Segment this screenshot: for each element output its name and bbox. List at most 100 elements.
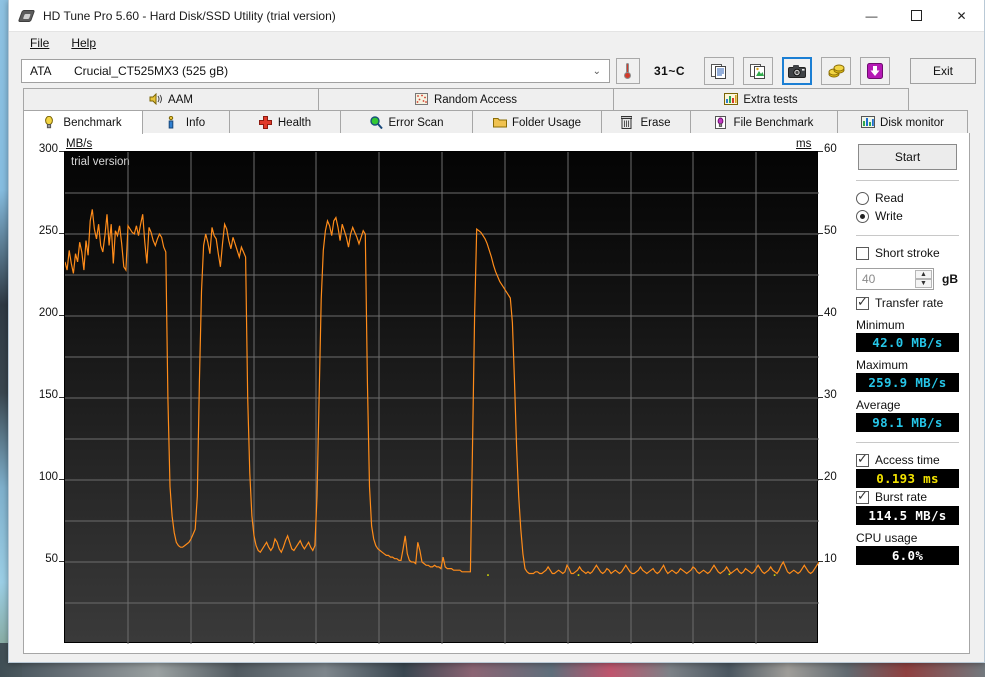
tab-health[interactable]: Health	[229, 110, 341, 134]
radio-write-label: Write	[875, 209, 903, 223]
minimum-value: 42.0 MB/s	[856, 333, 959, 352]
y2-tick-mark	[818, 397, 823, 398]
screenshot-button[interactable]	[782, 57, 812, 85]
stepper-down-icon[interactable]: ▼	[915, 279, 932, 288]
y-tick-mark	[59, 233, 64, 234]
menu-file[interactable]: File	[19, 34, 60, 52]
checkbox-transfer-rate[interactable]: Transfer rate	[856, 294, 959, 310]
checkbox-burst-rate[interactable]: Burst rate	[856, 488, 959, 504]
tab-info[interactable]: Info	[142, 110, 230, 134]
divider-2	[856, 235, 959, 236]
y-tick-mark	[59, 151, 64, 152]
y-tick-label: 50	[45, 553, 58, 565]
minimize-button[interactable]: —	[849, 0, 894, 32]
access-time-value: 0.193 ms	[856, 469, 959, 488]
magnifier-icon	[369, 116, 384, 130]
chart-ylabel: MB/s	[66, 138, 93, 150]
maximize-button[interactable]	[894, 0, 939, 32]
thermometer-icon	[623, 63, 632, 79]
y2-tick-mark	[818, 561, 823, 562]
stepper-up-icon[interactable]: ▲	[915, 270, 932, 279]
cpu-usage-value: 6.0%	[856, 546, 959, 565]
y2-tick-label: 50	[824, 225, 837, 237]
copy-text-button[interactable]	[704, 57, 734, 85]
tab-folder-usage[interactable]: Folder Usage	[472, 110, 602, 134]
tab-info-label: Info	[185, 116, 206, 129]
copy-image-button[interactable]	[743, 57, 773, 85]
quantity-stepper[interactable]: ▲ ▼	[915, 270, 932, 288]
divider-3	[856, 442, 959, 443]
tab-random-access[interactable]: Random Access	[318, 88, 614, 110]
y2-tick-mark	[818, 233, 823, 234]
y-tick-mark	[59, 397, 64, 398]
device-toolbar: ATA Crucial_CT525MX3 (525 gB) ⌄ 31~C Exi…	[9, 54, 984, 88]
tab-erase[interactable]: Erase	[601, 110, 691, 134]
tab-disk-monitor[interactable]: Disk monitor	[837, 110, 968, 134]
short-stroke-value: 40	[862, 272, 876, 286]
burst-rate-checkbox[interactable]	[856, 488, 869, 504]
health-cross-icon	[258, 116, 273, 129]
tab-file-benchmark[interactable]: File Benchmark	[690, 110, 838, 134]
start-button[interactable]: Start	[858, 144, 957, 170]
divider-1	[856, 180, 959, 181]
random-access-icon	[414, 93, 429, 106]
average-value: 98.1 MB/s	[856, 413, 959, 432]
transfer-rate-checkbox[interactable]	[856, 294, 869, 310]
tab-error-scan[interactable]: Error Scan	[340, 110, 473, 134]
y2-tick-label: 60	[824, 143, 837, 155]
transfer-rate-label: Transfer rate	[875, 296, 944, 310]
menu-help[interactable]: Help	[60, 34, 107, 52]
access-time-checkbox[interactable]	[856, 451, 869, 467]
tab-aam[interactable]: AAM	[23, 88, 319, 110]
y2-tick-mark	[818, 151, 823, 152]
short-stroke-input[interactable]: 40 ▲ ▼	[856, 268, 934, 290]
y-tick-mark	[59, 479, 64, 480]
tab-file-benchmark-label: File Benchmark	[733, 116, 814, 129]
bar-chart-icon	[861, 116, 876, 129]
trash-icon	[620, 116, 635, 129]
radio-read-indicator[interactable]	[856, 191, 869, 205]
tab-disk-monitor-label: Disk monitor	[880, 116, 944, 129]
tab-extra-tests[interactable]: Extra tests	[613, 88, 909, 110]
y2-tick-label: 40	[824, 307, 837, 319]
radio-write[interactable]: Write	[856, 209, 959, 223]
y2-tick-label: 10	[824, 553, 837, 565]
hd-tune-window: HD Tune Pro 5.60 - Hard Disk/SSD Utility…	[8, 0, 985, 663]
checkbox-access-time[interactable]: Access time	[856, 451, 959, 467]
menu-bar: File Help	[9, 32, 984, 54]
y2-tick-mark	[818, 315, 823, 316]
transfer-rate-chart: MB/s ms trial version 300 250 200 150 100 50 …	[24, 133, 846, 653]
chart-svg	[65, 152, 819, 644]
short-stroke-row: 40 ▲ ▼ gB	[856, 268, 959, 290]
y2-tick-label: 30	[824, 389, 837, 401]
radio-write-indicator[interactable]	[856, 209, 869, 223]
y-tick-label: 150	[38, 389, 58, 401]
checkbox-short-stroke[interactable]: Short stroke	[856, 246, 959, 260]
window-title: HD Tune Pro 5.60 - Hard Disk/SSD Utility…	[43, 8, 336, 23]
exit-button[interactable]: Exit	[910, 58, 976, 84]
radio-read-label: Read	[875, 191, 904, 205]
tab-health-label: Health	[277, 116, 312, 129]
benchmark-panel: MB/s ms trial version 300 250 200 150 100 50 …	[23, 133, 970, 654]
save-button[interactable]	[860, 57, 890, 85]
device-model: Crucial_CT525MX3 (525 gB)	[74, 64, 229, 78]
y-tick-label: 200	[38, 307, 58, 319]
tab-row-upper: AAM Random Access Extra tests	[9, 88, 984, 110]
average-label: Average	[856, 398, 901, 412]
device-select[interactable]: ATA Crucial_CT525MX3 (525 gB) ⌄	[21, 59, 610, 83]
maximum-label: Maximum	[856, 358, 909, 372]
chevron-down-icon[interactable]: ⌄	[593, 66, 605, 77]
minimum-label: Minimum	[856, 318, 905, 332]
radio-read[interactable]: Read	[856, 191, 959, 205]
chart-y2label: ms	[796, 138, 812, 150]
short-stroke-checkbox[interactable]	[856, 246, 869, 260]
tab-benchmark[interactable]: Benchmark	[23, 110, 143, 134]
file-bulb-icon	[714, 116, 729, 129]
cpu-usage-label: CPU usage	[856, 531, 918, 545]
title-bar: HD Tune Pro 5.60 - Hard Disk/SSD Utility…	[9, 0, 984, 32]
y-tick-label: 300	[38, 143, 58, 155]
options-button[interactable]	[821, 57, 851, 85]
y-tick-mark	[59, 315, 64, 316]
close-button[interactable]: ✕	[939, 0, 984, 32]
access-time-label: Access time	[875, 453, 940, 467]
